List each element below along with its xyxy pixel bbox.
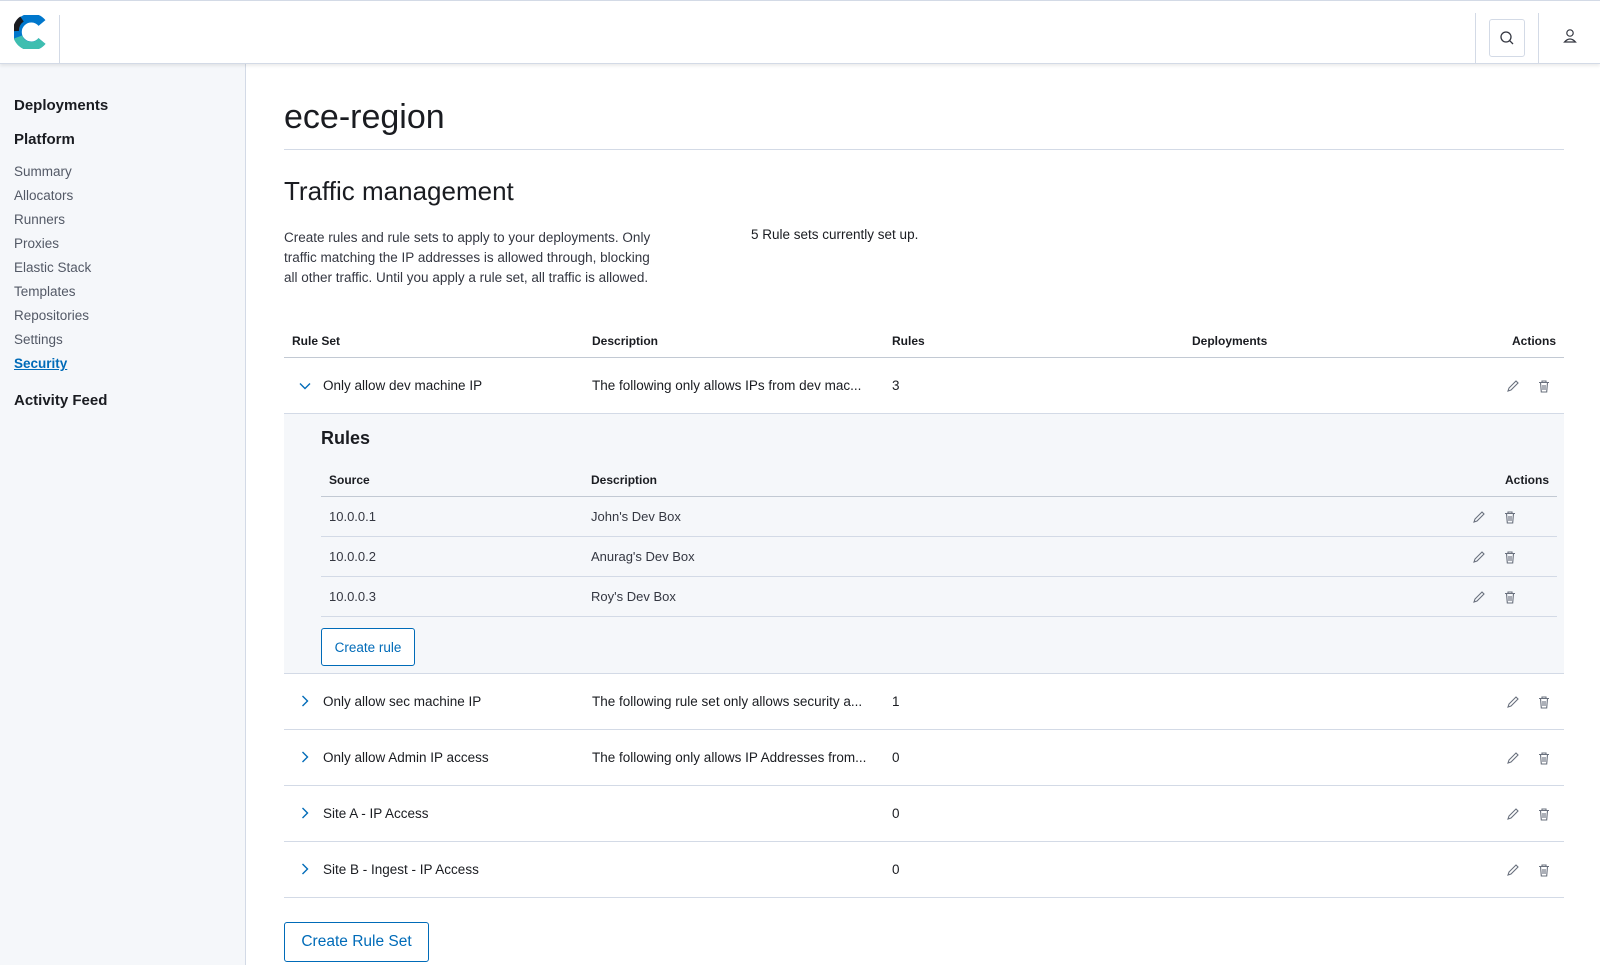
sidebar-item-summary[interactable]: Summary	[14, 164, 72, 179]
column-header-deployments: Deployments	[1192, 334, 1268, 348]
edit-icon[interactable]	[1470, 508, 1488, 526]
title-divider	[284, 149, 1564, 150]
rule-set-name: Site B - Ingest - IP Access	[323, 862, 479, 877]
edit-icon[interactable]	[1504, 805, 1522, 823]
search-icon[interactable]	[1489, 19, 1525, 57]
edit-icon[interactable]	[1504, 377, 1522, 395]
sidebar-item-allocators[interactable]: Allocators	[14, 188, 73, 203]
chevron-right-icon[interactable]	[298, 750, 312, 764]
trash-icon[interactable]	[1501, 508, 1519, 526]
sidebar-item-settings[interactable]: Settings	[14, 332, 63, 347]
rule-source: 10.0.0.3	[329, 589, 376, 604]
rule-set-description: The following only allows IP Addresses f…	[592, 750, 867, 765]
rule-row[interactable]: 10.0.0.2 Anurag's Dev Box	[321, 537, 1557, 577]
rule-set-rules-count: 3	[892, 378, 900, 393]
column-header-rule-set: Rule Set	[292, 334, 341, 348]
create-rule-button[interactable]: Create rule	[321, 628, 415, 666]
trash-icon[interactable]	[1535, 805, 1553, 823]
table-row[interactable]: Site A - IP Access 0	[284, 786, 1564, 842]
sidebar-item-runners[interactable]: Runners	[14, 212, 65, 227]
rule-set-name: Site A - IP Access	[323, 806, 429, 821]
rule-set-rules-count: 1	[892, 694, 900, 709]
rule-set-name: Only allow Admin IP access	[323, 750, 489, 765]
table-row[interactable]: Only allow dev machine IP The following …	[284, 358, 1564, 414]
rule-set-name: Only allow sec machine IP	[323, 694, 482, 709]
sidebar-item-activity-feed[interactable]: Activity Feed	[14, 392, 107, 409]
rules-panel-title: Rules	[321, 428, 371, 448]
rule-set-rules-count: 0	[892, 862, 900, 877]
sidebar-item-security[interactable]: Security	[14, 356, 67, 371]
rule-source: 10.0.0.1	[329, 509, 376, 524]
trash-icon[interactable]	[1535, 693, 1553, 711]
trash-icon[interactable]	[1501, 548, 1519, 566]
rule-description: Roy's Dev Box	[591, 589, 676, 604]
column-header-rule-actions: Actions	[1504, 473, 1549, 487]
page-title: ece-region	[284, 98, 445, 136]
elastic-cloud-logo-icon[interactable]	[12, 13, 46, 51]
rule-set-description: The following only allows IPs from dev m…	[592, 378, 862, 393]
rules-panel: Rules Source Description Actions 10.0.0.…	[284, 414, 1564, 674]
column-header-description: Description	[592, 334, 659, 348]
intro-text: Create rules and rule sets to apply to y…	[284, 230, 651, 285]
create-rule-set-button[interactable]: Create Rule Set	[284, 922, 429, 962]
table-row[interactable]: Site B - Ingest - IP Access 0	[284, 842, 1564, 898]
trash-icon[interactable]	[1501, 588, 1519, 606]
table-row[interactable]: Only allow Admin IP access The following…	[284, 730, 1564, 786]
trash-icon[interactable]	[1535, 377, 1553, 395]
sidebar-item-proxies[interactable]: Proxies	[14, 236, 59, 251]
sidebar: Deployments Platform Summary Allocators …	[0, 64, 246, 965]
column-header-rules: Rules	[892, 334, 925, 348]
edit-icon[interactable]	[1504, 749, 1522, 767]
trash-icon[interactable]	[1535, 861, 1553, 879]
top-header	[0, 0, 1600, 64]
column-header-source: Source	[329, 473, 370, 487]
table-row[interactable]: Only allow sec machine IP The following …	[284, 674, 1564, 730]
column-header-rule-description: Description	[591, 473, 658, 487]
sidebar-item-templates[interactable]: Templates	[14, 284, 76, 299]
edit-icon[interactable]	[1470, 548, 1488, 566]
chevron-right-icon[interactable]	[298, 862, 312, 876]
chevron-right-icon[interactable]	[298, 694, 312, 708]
trash-icon[interactable]	[1535, 749, 1553, 767]
edit-icon[interactable]	[1504, 693, 1522, 711]
rule-set-description: The following rule set only allows secur…	[592, 694, 863, 709]
rule-row[interactable]: 10.0.0.3 Roy's Dev Box	[321, 577, 1557, 617]
header-divider	[59, 15, 60, 63]
sidebar-item-elastic-stack[interactable]: Elastic Stack	[14, 260, 91, 275]
rule-source: 10.0.0.2	[329, 549, 376, 564]
sidebar-item-repositories[interactable]: Repositories	[14, 308, 89, 323]
search-button[interactable]	[1475, 13, 1539, 63]
sidebar-item-deployments[interactable]: Deployments	[14, 97, 108, 114]
rule-description: John's Dev Box	[591, 509, 681, 524]
sidebar-section-platform[interactable]: Platform	[14, 131, 75, 148]
rule-set-name: Only allow dev machine IP	[323, 378, 483, 393]
user-icon[interactable]	[1563, 28, 1577, 49]
edit-icon[interactable]	[1504, 861, 1522, 879]
section-title: Traffic management	[284, 176, 514, 206]
rule-set-rules-count: 0	[892, 806, 900, 821]
chevron-down-icon[interactable]	[298, 379, 312, 393]
rule-set-count: 5 Rule sets currently set up.	[751, 227, 919, 242]
edit-icon[interactable]	[1470, 588, 1488, 606]
rule-description: Anurag's Dev Box	[591, 549, 695, 564]
chevron-right-icon[interactable]	[298, 806, 312, 820]
user-menu-button[interactable]	[1540, 13, 1600, 63]
rule-set-rules-count: 0	[892, 750, 900, 765]
column-header-actions: Actions	[1511, 334, 1556, 348]
rule-row[interactable]: 10.0.0.1 John's Dev Box	[321, 497, 1557, 537]
